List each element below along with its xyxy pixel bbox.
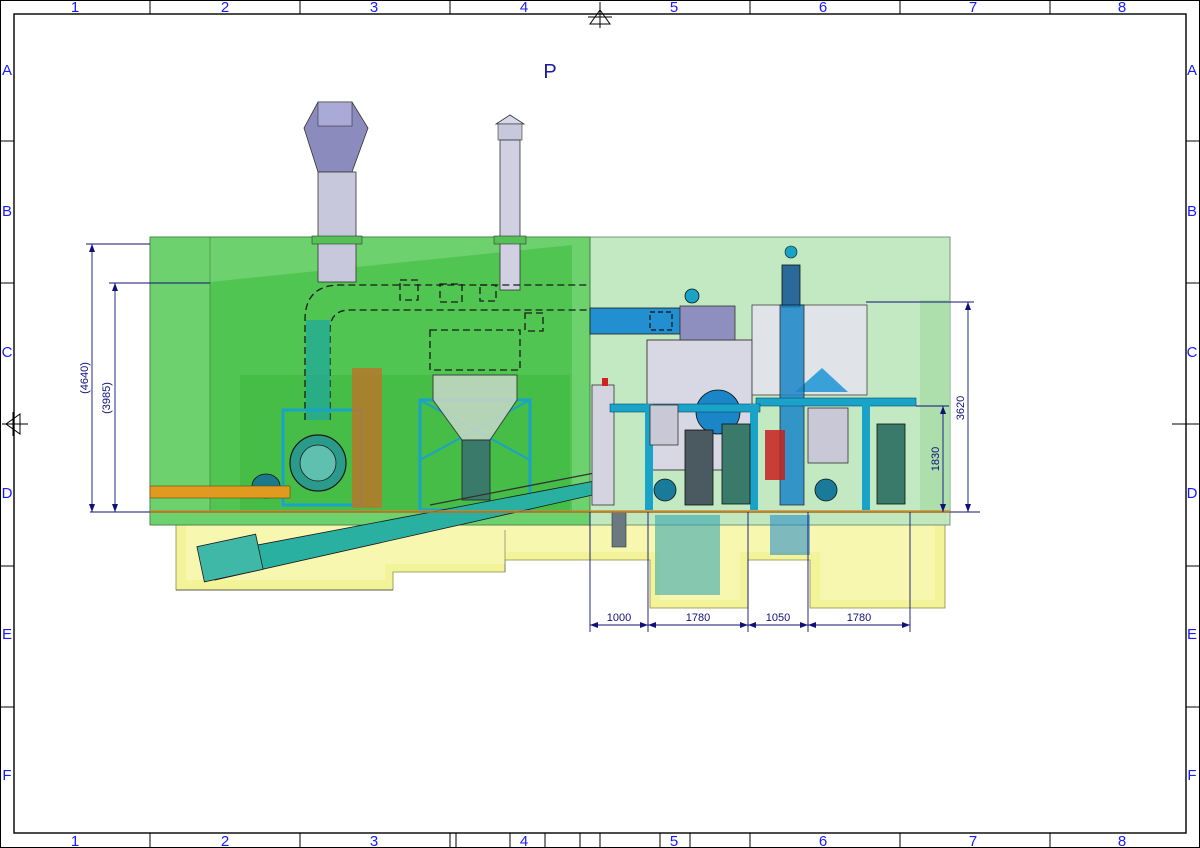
row-label-left: C [2,344,13,361]
col-label-bottom: 8 [1118,833,1126,848]
row-label-right: F [1187,767,1196,784]
dim-span-2: 1780 [686,612,710,624]
row-label-right: E [1187,626,1197,643]
col-label-bottom: 1 [71,833,79,848]
col-label-top: 6 [819,0,827,16]
col-label-bottom: 3 [370,833,378,848]
col-label-top: 5 [670,0,678,16]
row-label-right: B [1187,203,1197,220]
col-label-top: 2 [221,0,229,16]
auger-conveyor [149,485,291,499]
row-label-left: F [2,767,11,784]
col-label-bottom: 5 [670,833,678,848]
col-label-bottom: 6 [819,833,827,848]
row-label-left: E [2,626,12,643]
dim-right-height: 3620 [955,396,967,420]
technical-drawing: 1 2 3 4 5 6 7 8 1 2 3 4 5 6 7 8 A B C D … [0,0,1200,848]
col-label-bottom: 7 [969,833,977,848]
col-label-bottom: 4 [520,833,528,848]
row-label-right: C [1187,344,1198,361]
floor-strip [150,510,950,513]
dim-span-1: 1000 [607,612,631,624]
view-label: P [543,61,556,83]
col-label-top: 4 [520,0,528,16]
dim-inner-height: (3985) [101,382,113,414]
row-label-left: B [2,203,12,220]
dim-span-3: 1050 [766,612,790,624]
row-label-left: D [2,485,13,502]
row-label-right: A [1187,62,1197,79]
row-label-left: A [2,62,12,79]
dim-mid-height: 1830 [930,447,942,471]
col-label-bottom: 2 [221,833,229,848]
dim-span-4: 1780 [847,612,871,624]
row-label-right: D [1187,485,1198,502]
col-label-top: 7 [969,0,977,16]
col-label-top: 3 [370,0,378,16]
col-label-top: 8 [1118,0,1126,16]
col-label-top: 1 [71,0,79,16]
dim-overall-height: (4640) [79,362,91,394]
